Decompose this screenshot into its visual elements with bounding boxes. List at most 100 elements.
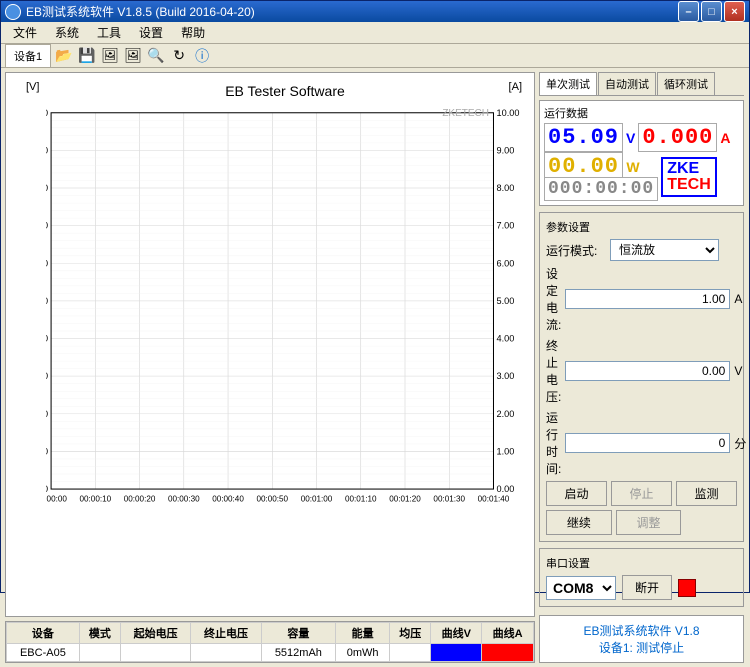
maximize-button[interactable]: □ [701, 1, 722, 22]
status-indicator-icon [678, 579, 696, 597]
svg-text:12.00: 12.00 [46, 258, 48, 268]
run-data-display: 运行数据 05.09 V 0.000 A 00.00 W 000:00:00 [539, 100, 744, 206]
cell-device: EBC-A05 [7, 644, 80, 662]
svg-text:4.00: 4.00 [46, 409, 48, 419]
set-current-input[interactable] [565, 289, 730, 309]
svg-text:00:00:10: 00:00:10 [80, 494, 112, 503]
monitor-button[interactable]: 监测 [676, 481, 737, 506]
svg-text:10.00: 10.00 [46, 296, 48, 306]
set-current-unit: A [734, 292, 742, 306]
menubar: 文件 系统 工具 设置 帮助 [1, 22, 749, 44]
cell-curve-a [482, 644, 534, 662]
minimize-button[interactable]: – [678, 1, 699, 22]
params-title: 参数设置 [546, 219, 737, 235]
continue-button[interactable]: 继续 [546, 510, 612, 535]
svg-text:00:00:40: 00:00:40 [212, 494, 244, 503]
voltage-reading: 05.09 [544, 123, 623, 152]
close-button[interactable]: × [724, 1, 745, 22]
chart-title: EB Tester Software [46, 81, 524, 101]
run-time-label: 运行时间: [546, 409, 561, 477]
power-unit: W [626, 159, 639, 175]
titlebar: EB测试系统软件 V1.8.5 (Build 2016-04-20) – □ × [1, 1, 749, 22]
table-header: 设备 [7, 623, 80, 644]
run-time-unit: 分 [734, 435, 746, 452]
table-header: 模式 [79, 623, 120, 644]
svg-text:9.00: 9.00 [497, 145, 515, 155]
status-footer: EB测试系统软件 V1.8 设备1: 测试停止 [539, 615, 744, 663]
tab-single[interactable]: 单次测试 [539, 72, 597, 95]
chart-watermark: ZKETECH [442, 108, 489, 119]
end-voltage-unit: V [734, 364, 742, 378]
run-time-input[interactable] [565, 433, 730, 453]
image1-icon[interactable]: 🖼 [100, 46, 120, 66]
svg-text:0.00: 0.00 [46, 484, 48, 494]
current-reading: 0.000 [638, 123, 717, 152]
toolbar: 设备1 📂 💾 🖼 🖼 🔍 ↻ ⓘ [1, 44, 749, 68]
svg-text:00:01:20: 00:01:20 [389, 494, 421, 503]
cell-vstart [120, 644, 190, 662]
run-data-label: 运行数据 [544, 105, 739, 121]
svg-text:00:01:40: 00:01:40 [478, 494, 510, 503]
cell-energy: 0mWh [336, 644, 390, 662]
table-header: 终止电压 [191, 623, 261, 644]
com-port-select[interactable]: COM8 [546, 576, 616, 600]
adjust-button[interactable]: 调整 [616, 510, 682, 535]
footer-line2: 设备1: 测试停止 [546, 639, 737, 656]
zoom-icon[interactable]: 🔍 [146, 46, 166, 66]
start-button[interactable]: 启动 [546, 481, 607, 506]
svg-text:00:01:00: 00:01:00 [301, 494, 333, 503]
app-icon [5, 4, 21, 20]
end-voltage-input[interactable] [565, 361, 730, 381]
svg-text:8.00: 8.00 [497, 183, 515, 193]
svg-text:10.00: 10.00 [497, 108, 520, 118]
svg-text:16.00: 16.00 [46, 183, 48, 193]
svg-text:00:01:30: 00:01:30 [433, 494, 465, 503]
disconnect-button[interactable]: 断开 [622, 575, 672, 600]
svg-text:1.00: 1.00 [497, 446, 515, 456]
y-axis-left-label: [V] [26, 81, 39, 93]
set-current-label: 设定电流: [546, 265, 561, 333]
chart-area: [V] [A] EB Tester Software ZKETECH 20.00… [5, 72, 535, 617]
zketech-logo: ZKE TECH [661, 157, 717, 197]
stop-button[interactable]: 停止 [611, 481, 672, 506]
svg-text:8.00: 8.00 [46, 334, 48, 344]
menu-system[interactable]: 系统 [47, 22, 87, 43]
image2-icon[interactable]: 🖼 [123, 46, 143, 66]
table-header: 曲线A [482, 623, 534, 644]
voltage-unit: V [626, 130, 635, 146]
cell-vend [191, 644, 261, 662]
svg-text:3.00: 3.00 [497, 371, 515, 381]
svg-text:0.00: 0.00 [497, 484, 515, 494]
svg-text:7.00: 7.00 [497, 221, 515, 231]
table-row: EBC-A05 5512mAh 0mWh [7, 644, 534, 662]
menu-settings[interactable]: 设置 [131, 22, 171, 43]
svg-text:18.00: 18.00 [46, 145, 48, 155]
cell-capacity: 5512mAh [261, 644, 335, 662]
info-icon[interactable]: ⓘ [192, 46, 212, 66]
table-header: 起始电压 [120, 623, 190, 644]
svg-text:2.00: 2.00 [46, 446, 48, 456]
cell-curve-v [431, 644, 482, 662]
save-icon[interactable]: 💾 [77, 46, 97, 66]
svg-text:00:01:10: 00:01:10 [345, 494, 377, 503]
test-mode-tabs: 单次测试 自动测试 循环测试 [539, 72, 744, 96]
footer-line1: EB测试系统软件 V1.8 [546, 622, 737, 639]
menu-file[interactable]: 文件 [5, 22, 45, 43]
svg-text:00:00:30: 00:00:30 [168, 494, 200, 503]
menu-tools[interactable]: 工具 [89, 22, 129, 43]
params-group: 参数设置 运行模式: 恒流放 设定电流: A 终止电压: V 运行时 [539, 212, 744, 542]
open-icon[interactable]: 📂 [54, 46, 74, 66]
table-header: 均压 [390, 623, 431, 644]
chart-plot: 20.0010.0018.009.0016.008.0014.007.0012.… [46, 101, 524, 511]
time-reading: 000:00:00 [544, 177, 658, 201]
tab-auto[interactable]: 自动测试 [598, 72, 656, 95]
menu-help[interactable]: 帮助 [173, 22, 213, 43]
mode-select[interactable]: 恒流放 [610, 239, 719, 261]
tab-cycle[interactable]: 循环测试 [657, 72, 715, 95]
table-header: 容量 [261, 623, 335, 644]
svg-text:6.00: 6.00 [46, 371, 48, 381]
svg-text:4.00: 4.00 [497, 334, 515, 344]
refresh-icon[interactable]: ↻ [169, 46, 189, 66]
window-title: EB测试系统软件 V1.8.5 (Build 2016-04-20) [26, 3, 678, 20]
device-tab[interactable]: 设备1 [5, 44, 51, 67]
